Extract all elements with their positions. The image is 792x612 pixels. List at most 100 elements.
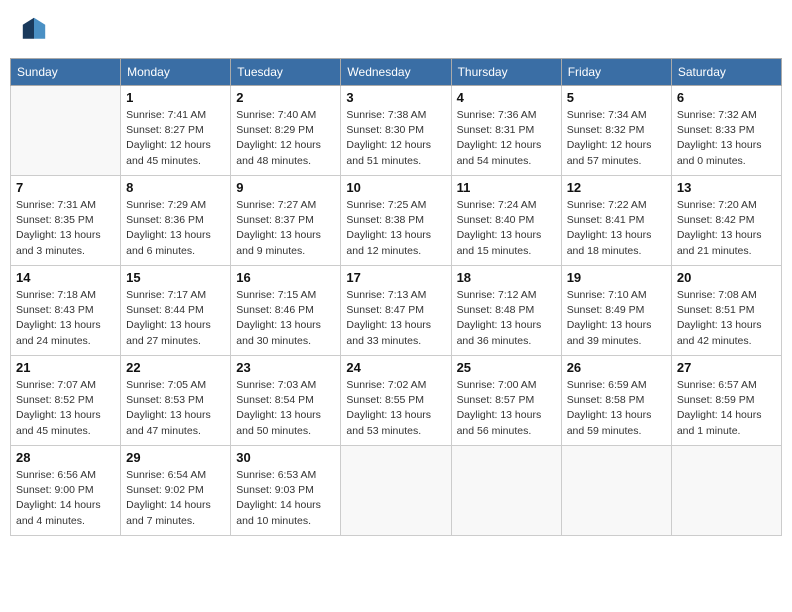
day-info: Sunrise: 7:40 AMSunset: 8:29 PMDaylight:…	[236, 108, 335, 169]
day-info: Sunrise: 7:02 AMSunset: 8:55 PMDaylight:…	[346, 378, 445, 439]
day-number: 2	[236, 90, 335, 105]
day-cell-13: 13Sunrise: 7:20 AMSunset: 8:42 PMDayligh…	[671, 176, 781, 266]
day-info: Sunrise: 6:53 AMSunset: 9:03 PMDaylight:…	[236, 468, 335, 529]
day-info: Sunrise: 7:36 AMSunset: 8:31 PMDaylight:…	[457, 108, 556, 169]
day-info: Sunrise: 7:22 AMSunset: 8:41 PMDaylight:…	[567, 198, 666, 259]
weekday-header-saturday: Saturday	[671, 59, 781, 86]
day-cell-1: 1 Sunrise: 7:41 AMSunset: 8:27 PMDaylight…	[121, 86, 231, 176]
day-cell-7: 7Sunrise: 7:31 AMSunset: 8:35 PMDaylight…	[11, 176, 121, 266]
day-number: 15	[126, 270, 225, 285]
day-cell-3: 3 Sunrise: 7:38 AMSunset: 8:30 PMDaylight…	[341, 86, 451, 176]
day-number: 16	[236, 270, 335, 285]
day-info: Sunrise: 7:32 AMSunset: 8:33 PMDaylight:…	[677, 108, 776, 169]
day-info: Sunrise: 7:17 AMSunset: 8:44 PMDaylight:…	[126, 288, 225, 349]
day-info: Sunrise: 7:05 AMSunset: 8:53 PMDaylight:…	[126, 378, 225, 439]
day-number: 23	[236, 360, 335, 375]
weekday-header-friday: Friday	[561, 59, 671, 86]
day-info: Sunrise: 7:27 AMSunset: 8:37 PMDaylight:…	[236, 198, 335, 259]
day-cell-10: 10 Sunrise: 7:25 AMSunset: 8:38 PMDayligh…	[341, 176, 451, 266]
week-row-5: 28 Sunrise: 6:56 AMSunset: 9:00 PMDayligh…	[11, 446, 782, 536]
day-number: 1	[126, 90, 225, 105]
day-number: 21	[16, 360, 115, 375]
day-info: Sunrise: 7:07 AMSunset: 8:52 PMDaylight:…	[16, 378, 115, 439]
day-info: Sunrise: 7:38 AMSunset: 8:30 PMDaylight:…	[346, 108, 445, 169]
day-number: 3	[346, 90, 445, 105]
day-cell-9: 9 Sunrise: 7:27 AMSunset: 8:37 PMDaylight…	[231, 176, 341, 266]
logo	[20, 15, 52, 43]
day-cell-27: 27 Sunrise: 6:57 AMSunset: 8:59 PMDayligh…	[671, 356, 781, 446]
week-row-2: 7Sunrise: 7:31 AMSunset: 8:35 PMDaylight…	[11, 176, 782, 266]
page-header	[10, 10, 782, 48]
day-number: 9	[236, 180, 335, 195]
day-number: 4	[457, 90, 556, 105]
day-cell-21: 21 Sunrise: 7:07 AMSunset: 8:52 PMDayligh…	[11, 356, 121, 446]
day-number: 28	[16, 450, 115, 465]
empty-cell	[671, 446, 781, 536]
logo-icon	[20, 15, 48, 43]
day-info: Sunrise: 7:03 AMSunset: 8:54 PMDaylight:…	[236, 378, 335, 439]
weekday-header-tuesday: Tuesday	[231, 59, 341, 86]
week-row-3: 14Sunrise: 7:18 AMSunset: 8:43 PMDayligh…	[11, 266, 782, 356]
day-cell-11: 11 Sunrise: 7:24 AMSunset: 8:40 PMDayligh…	[451, 176, 561, 266]
day-cell-25: 25Sunrise: 7:00 AMSunset: 8:57 PMDayligh…	[451, 356, 561, 446]
day-number: 22	[126, 360, 225, 375]
day-info: Sunrise: 7:15 AMSunset: 8:46 PMDaylight:…	[236, 288, 335, 349]
day-number: 6	[677, 90, 776, 105]
day-info: Sunrise: 6:56 AMSunset: 9:00 PMDaylight:…	[16, 468, 115, 529]
day-cell-15: 15 Sunrise: 7:17 AMSunset: 8:44 PMDayligh…	[121, 266, 231, 356]
day-info: Sunrise: 6:54 AMSunset: 9:02 PMDaylight:…	[126, 468, 225, 529]
day-info: Sunrise: 7:29 AMSunset: 8:36 PMDaylight:…	[126, 198, 225, 259]
day-number: 8	[126, 180, 225, 195]
day-info: Sunrise: 7:18 AMSunset: 8:43 PMDaylight:…	[16, 288, 115, 349]
day-cell-17: 17 Sunrise: 7:13 AMSunset: 8:47 PMDayligh…	[341, 266, 451, 356]
day-info: Sunrise: 7:34 AMSunset: 8:32 PMDaylight:…	[567, 108, 666, 169]
day-number: 10	[346, 180, 445, 195]
day-number: 20	[677, 270, 776, 285]
day-cell-26: 26Sunrise: 6:59 AMSunset: 8:58 PMDayligh…	[561, 356, 671, 446]
day-number: 17	[346, 270, 445, 285]
day-number: 19	[567, 270, 666, 285]
day-cell-18: 18Sunrise: 7:12 AMSunset: 8:48 PMDayligh…	[451, 266, 561, 356]
day-cell-28: 28 Sunrise: 6:56 AMSunset: 9:00 PMDayligh…	[11, 446, 121, 536]
day-number: 12	[567, 180, 666, 195]
week-row-1: 1 Sunrise: 7:41 AMSunset: 8:27 PMDaylight…	[11, 86, 782, 176]
day-cell-24: 24 Sunrise: 7:02 AMSunset: 8:55 PMDayligh…	[341, 356, 451, 446]
day-cell-14: 14Sunrise: 7:18 AMSunset: 8:43 PMDayligh…	[11, 266, 121, 356]
day-number: 29	[126, 450, 225, 465]
day-cell-20: 20 Sunrise: 7:08 AMSunset: 8:51 PMDayligh…	[671, 266, 781, 356]
day-info: Sunrise: 7:41 AMSunset: 8:27 PMDaylight:…	[126, 108, 225, 169]
weekday-header-wednesday: Wednesday	[341, 59, 451, 86]
day-number: 11	[457, 180, 556, 195]
day-cell-2: 2 Sunrise: 7:40 AMSunset: 8:29 PMDaylight…	[231, 86, 341, 176]
day-cell-4: 4 Sunrise: 7:36 AMSunset: 8:31 PMDaylight…	[451, 86, 561, 176]
day-cell-29: 29 Sunrise: 6:54 AMSunset: 9:02 PMDayligh…	[121, 446, 231, 536]
weekday-header-row: SundayMondayTuesdayWednesdayThursdayFrid…	[11, 59, 782, 86]
day-info: Sunrise: 7:31 AMSunset: 8:35 PMDaylight:…	[16, 198, 115, 259]
day-cell-19: 19 Sunrise: 7:10 AMSunset: 8:49 PMDayligh…	[561, 266, 671, 356]
day-info: Sunrise: 6:59 AMSunset: 8:58 PMDaylight:…	[567, 378, 666, 439]
empty-cell	[451, 446, 561, 536]
day-info: Sunrise: 7:13 AMSunset: 8:47 PMDaylight:…	[346, 288, 445, 349]
empty-cell	[561, 446, 671, 536]
calendar-body: 1 Sunrise: 7:41 AMSunset: 8:27 PMDaylight…	[11, 86, 782, 536]
day-cell-5: 5Sunrise: 7:34 AMSunset: 8:32 PMDaylight…	[561, 86, 671, 176]
day-cell-12: 12 Sunrise: 7:22 AMSunset: 8:41 PMDayligh…	[561, 176, 671, 266]
weekday-header-monday: Monday	[121, 59, 231, 86]
day-info: Sunrise: 7:00 AMSunset: 8:57 PMDaylight:…	[457, 378, 556, 439]
day-number: 18	[457, 270, 556, 285]
day-info: Sunrise: 7:10 AMSunset: 8:49 PMDaylight:…	[567, 288, 666, 349]
week-row-4: 21 Sunrise: 7:07 AMSunset: 8:52 PMDayligh…	[11, 356, 782, 446]
day-info: Sunrise: 7:25 AMSunset: 8:38 PMDaylight:…	[346, 198, 445, 259]
day-number: 24	[346, 360, 445, 375]
day-number: 27	[677, 360, 776, 375]
day-info: Sunrise: 7:24 AMSunset: 8:40 PMDaylight:…	[457, 198, 556, 259]
day-number: 13	[677, 180, 776, 195]
empty-cell	[11, 86, 121, 176]
day-cell-16: 16 Sunrise: 7:15 AMSunset: 8:46 PMDayligh…	[231, 266, 341, 356]
weekday-header-sunday: Sunday	[11, 59, 121, 86]
day-info: Sunrise: 7:08 AMSunset: 8:51 PMDaylight:…	[677, 288, 776, 349]
day-cell-8: 8 Sunrise: 7:29 AMSunset: 8:36 PMDaylight…	[121, 176, 231, 266]
day-cell-6: 6 Sunrise: 7:32 AMSunset: 8:33 PMDaylight…	[671, 86, 781, 176]
day-cell-22: 22 Sunrise: 7:05 AMSunset: 8:53 PMDayligh…	[121, 356, 231, 446]
day-info: Sunrise: 6:57 AMSunset: 8:59 PMDaylight:…	[677, 378, 776, 439]
